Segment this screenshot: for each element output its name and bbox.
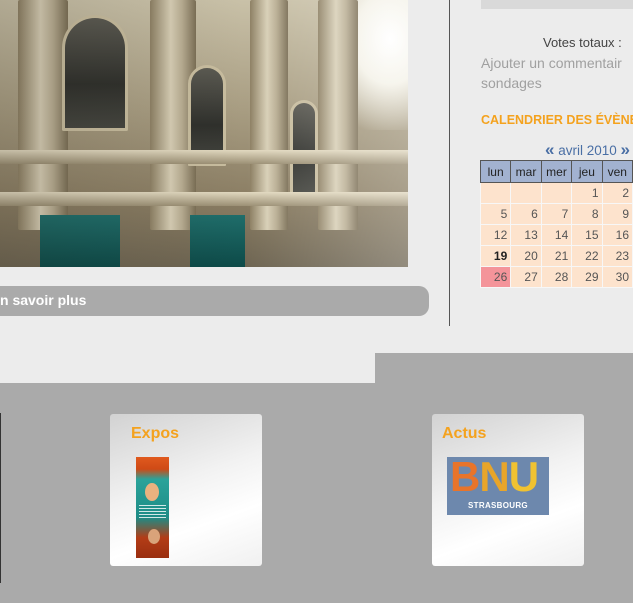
calendar-day-selected[interactable]: 26 — [479, 266, 512, 288]
actus-card[interactable]: Actus BNU STRASBOURG — [432, 414, 584, 566]
calendar-day[interactable]: 14 — [540, 224, 573, 246]
more-info-link[interactable]: n savoir plus — [0, 292, 86, 308]
calendar-day-today[interactable]: 19 — [479, 245, 512, 267]
calendar-day[interactable]: 8 — [571, 203, 603, 225]
calendar-day[interactable]: 20 — [510, 245, 542, 267]
calendar-day[interactable]: 22 — [571, 245, 603, 267]
calendar-nav: « avril 2010 » — [545, 140, 630, 160]
calendar-day[interactable]: 15 — [571, 224, 603, 246]
weekday-header: jeu — [571, 160, 603, 183]
calendar-day[interactable]: 23 — [601, 245, 633, 267]
calendar-month-label[interactable]: avril 2010 — [558, 143, 617, 158]
calendar-day[interactable]: 16 — [601, 224, 633, 246]
bnu-logo[interactable]: BNU STRASBOURG — [447, 457, 549, 515]
calendar-day — [510, 182, 542, 204]
weekday-header: mar — [510, 160, 542, 183]
calendar-day[interactable]: 12 — [479, 224, 512, 246]
add-comment-link-line2[interactable]: sondages — [481, 73, 633, 93]
calendar-day[interactable]: 1 — [571, 182, 603, 204]
calendar-day[interactable]: 28 — [540, 266, 573, 288]
calendar-day[interactable]: 13 — [510, 224, 542, 246]
actus-card-title[interactable]: Actus — [442, 425, 486, 443]
calendar-week-row: 19 20 21 22 23 — [479, 245, 633, 267]
calendar-day[interactable]: 6 — [510, 203, 542, 225]
prev-month-icon[interactable]: « — [545, 140, 554, 159]
add-comment-link[interactable]: Ajouter un commentair sondages — [481, 53, 633, 93]
poll-box-bottom — [481, 0, 633, 9]
calendar-day[interactable]: 2 — [601, 182, 633, 204]
calendar-day[interactable]: 21 — [540, 245, 573, 267]
footer-divider — [0, 413, 1, 583]
calendar-week-row: 1 2 — [479, 182, 633, 204]
calendar-day[interactable]: 29 — [571, 266, 603, 288]
calendar-weekday-row: lun mar mer jeu ven — [479, 160, 633, 183]
calendar-week-row: 26 27 28 29 30 — [479, 266, 633, 288]
column-divider — [449, 0, 450, 326]
hero-building-photo[interactable] — [0, 0, 408, 267]
calendar-table: lun mar mer jeu ven 1 2 5 6 7 8 9 12 13 … — [479, 160, 633, 288]
weekday-header: lun — [479, 160, 512, 183]
calendar-day[interactable]: 30 — [601, 266, 633, 288]
calendar-day — [479, 182, 512, 204]
expos-card-title[interactable]: Expos — [131, 425, 179, 443]
calendar-week-row: 5 6 7 8 9 — [479, 203, 633, 225]
calendar-day[interactable]: 27 — [510, 266, 542, 288]
calendar-title: CALENDRIER DES ÉVÈNE — [481, 113, 633, 127]
calendar-day[interactable]: 5 — [479, 203, 512, 225]
expos-card[interactable]: Expos — [110, 414, 262, 566]
calendar-day[interactable]: 9 — [601, 203, 633, 225]
calendar-week-row: 12 13 14 15 16 — [479, 224, 633, 246]
more-info-bar[interactable]: n savoir plus — [0, 286, 429, 316]
votes-total-label: Votes totaux : — [543, 35, 622, 50]
weekday-header: mer — [540, 160, 573, 183]
add-comment-link-line1[interactable]: Ajouter un commentair — [481, 53, 633, 73]
expos-poster-image[interactable] — [136, 457, 169, 558]
calendar-day[interactable]: 7 — [540, 203, 573, 225]
next-month-icon[interactable]: » — [621, 140, 630, 159]
weekday-header: ven — [601, 160, 633, 183]
footer-top-step — [375, 353, 633, 383]
calendar-day — [540, 182, 573, 204]
